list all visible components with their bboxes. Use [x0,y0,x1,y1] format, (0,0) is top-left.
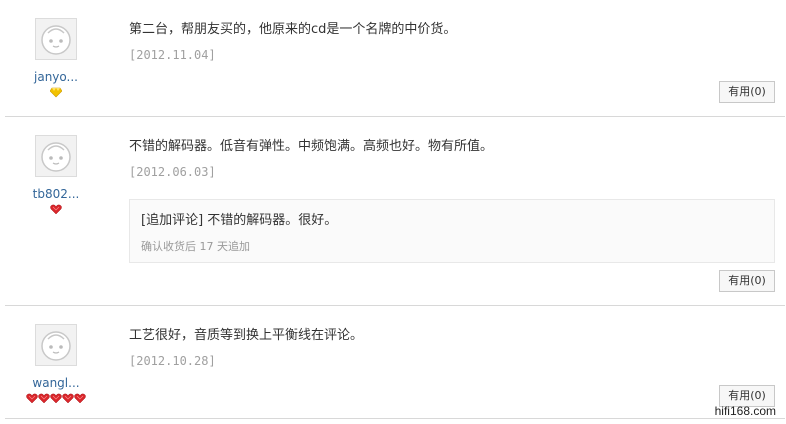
default-avatar-icon [41,331,71,361]
reviewer-info: tb802... [25,135,87,216]
review-item: janyo... 第二台，帮朋友买的，他原来的cd是一个名牌的中价货。 [201… [5,0,785,117]
reviewer-name[interactable]: wangl... [25,376,87,390]
buyer-rank [25,204,87,216]
avatar[interactable] [35,135,77,177]
appended-review-note: 确认收货后 17 天追加 [141,240,250,253]
appended-review: [追加评论] 不错的解码器。很好。 确认收货后 17 天追加 [129,199,775,263]
reviewer-info: wangl... [25,324,87,405]
reviewer-name[interactable]: janyo... [25,70,87,84]
review-date: [2012.06.03] [129,165,216,179]
red-heart-icon [38,393,50,404]
default-avatar-icon [41,25,71,55]
review-item: wangl... 工艺很好，音质等到换上平衡线在评论。 [2012.10.28]… [5,306,785,419]
default-avatar-icon [41,142,71,172]
review-text: 第二台，帮朋友买的，他原来的cd是一个名牌的中价货。 [129,22,457,37]
review-date: [2012.10.28] [129,354,216,368]
red-heart-icon [62,393,74,404]
gold-diamond-icon [50,87,62,98]
review-text: 工艺很好，音质等到换上平衡线在评论。 [129,328,364,343]
watermark: hifi168.com [714,404,776,418]
avatar[interactable] [35,324,77,366]
review-date: [2012.11.04] [129,48,216,62]
useful-button[interactable]: 有用(0) [719,81,775,103]
reviewer-info: janyo... [25,18,87,99]
red-heart-icon [50,393,62,404]
red-heart-icon [74,393,86,404]
reviewer-name[interactable]: tb802... [25,187,87,201]
avatar[interactable] [35,18,77,60]
red-heart-icon [26,393,38,404]
red-heart-icon [50,204,62,215]
review-item: tb802... 不错的解码器。低音有弹性。中频饱满。高频也好。物有所值。 [2… [5,117,785,306]
review-text: 不错的解码器。低音有弹性。中频饱满。高频也好。物有所值。 [129,139,494,154]
buyer-rank [25,87,87,99]
useful-button[interactable]: 有用(0) [719,270,775,292]
review-content: 工艺很好，音质等到换上平衡线在评论。 [2012.10.28] [129,326,779,368]
review-content: 不错的解码器。低音有弹性。中频饱满。高频也好。物有所值。 [2012.06.03… [129,137,779,179]
buyer-rank [25,393,87,405]
review-content: 第二台，帮朋友买的，他原来的cd是一个名牌的中价货。 [2012.11.04] [129,20,779,62]
appended-review-text: [追加评论] 不错的解码器。很好。 [141,213,338,228]
